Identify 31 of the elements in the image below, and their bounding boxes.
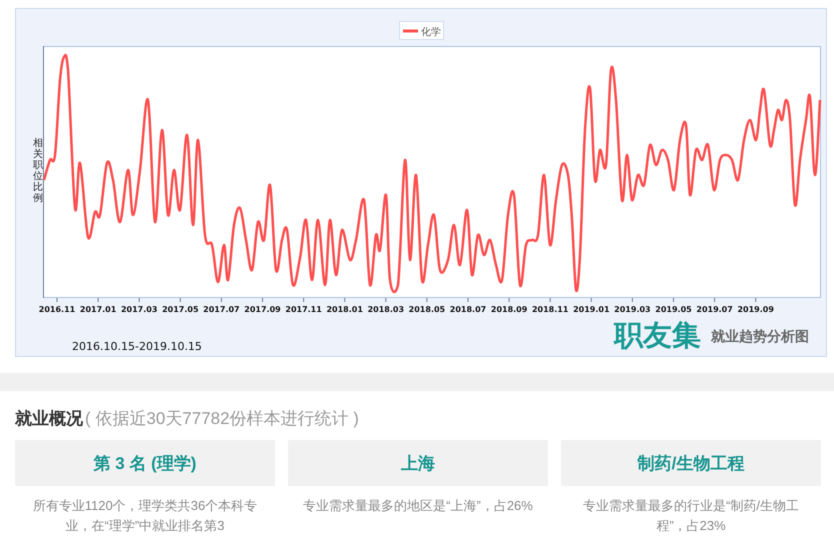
stat-description: 专业需求量最多的行业是“制药/生物工程”，占23% bbox=[582, 497, 800, 535]
chart-subtitle: 就业趋势分析图 bbox=[711, 329, 809, 345]
x-axis-tick-label: 2019.07 bbox=[696, 305, 733, 314]
logo-text: 职友集 bbox=[614, 318, 701, 352]
x-axis-tick-label: 2019.05 bbox=[655, 305, 692, 314]
y-axis-label: 相关职位比例 bbox=[33, 138, 43, 204]
section-note: ( 依据近30天77782份样本进行统计 ) bbox=[85, 408, 359, 430]
stat-description: 所有专业1120个，理学类共36个本科专业，在“理学”中就业排名第3 bbox=[32, 497, 258, 535]
section-title: 就业概况 bbox=[15, 408, 83, 430]
x-axis-tick-label: 2017.05 bbox=[162, 305, 199, 314]
x-axis-tick-label: 2016.11 bbox=[38, 305, 76, 314]
x-axis-tick-label: 2018.07 bbox=[450, 305, 486, 314]
chart-legend: 化学 bbox=[399, 21, 444, 40]
x-axis-tick-label: 2017.03 bbox=[120, 305, 158, 314]
stat-card: 上海 bbox=[288, 440, 548, 486]
x-axis-tick-label: 2018.09 bbox=[490, 305, 528, 314]
x-axis-tick-label: 2018.11 bbox=[532, 305, 568, 314]
x-axis-tick-label: 2019.03 bbox=[614, 305, 651, 314]
x-axis-tick-label: 2017.07 bbox=[203, 305, 240, 314]
stat-description: 专业需求量最多的地区是“上海”，占26% bbox=[302, 497, 534, 515]
x-axis-tick-label: 2017.11 bbox=[285, 305, 322, 314]
x-axis-tick-label: 2019.09 bbox=[737, 305, 774, 314]
stat-card: 制药/生物工程 bbox=[561, 440, 821, 486]
x-axis-tick-label: 2018.05 bbox=[408, 305, 446, 314]
x-axis-tick-label: 2017.01 bbox=[80, 305, 116, 314]
stat-card: 第 3 名 (理学) bbox=[15, 440, 275, 486]
x-axis-tick-label: 2018.03 bbox=[368, 305, 404, 314]
date-range: 2016.10.15-2019.10.15 bbox=[72, 340, 202, 353]
x-axis-tick-label: 2019.01 bbox=[573, 305, 610, 314]
x-axis-tick-label: 2018.01 bbox=[326, 305, 363, 314]
x-axis-tick-label: 2017.09 bbox=[244, 305, 281, 314]
